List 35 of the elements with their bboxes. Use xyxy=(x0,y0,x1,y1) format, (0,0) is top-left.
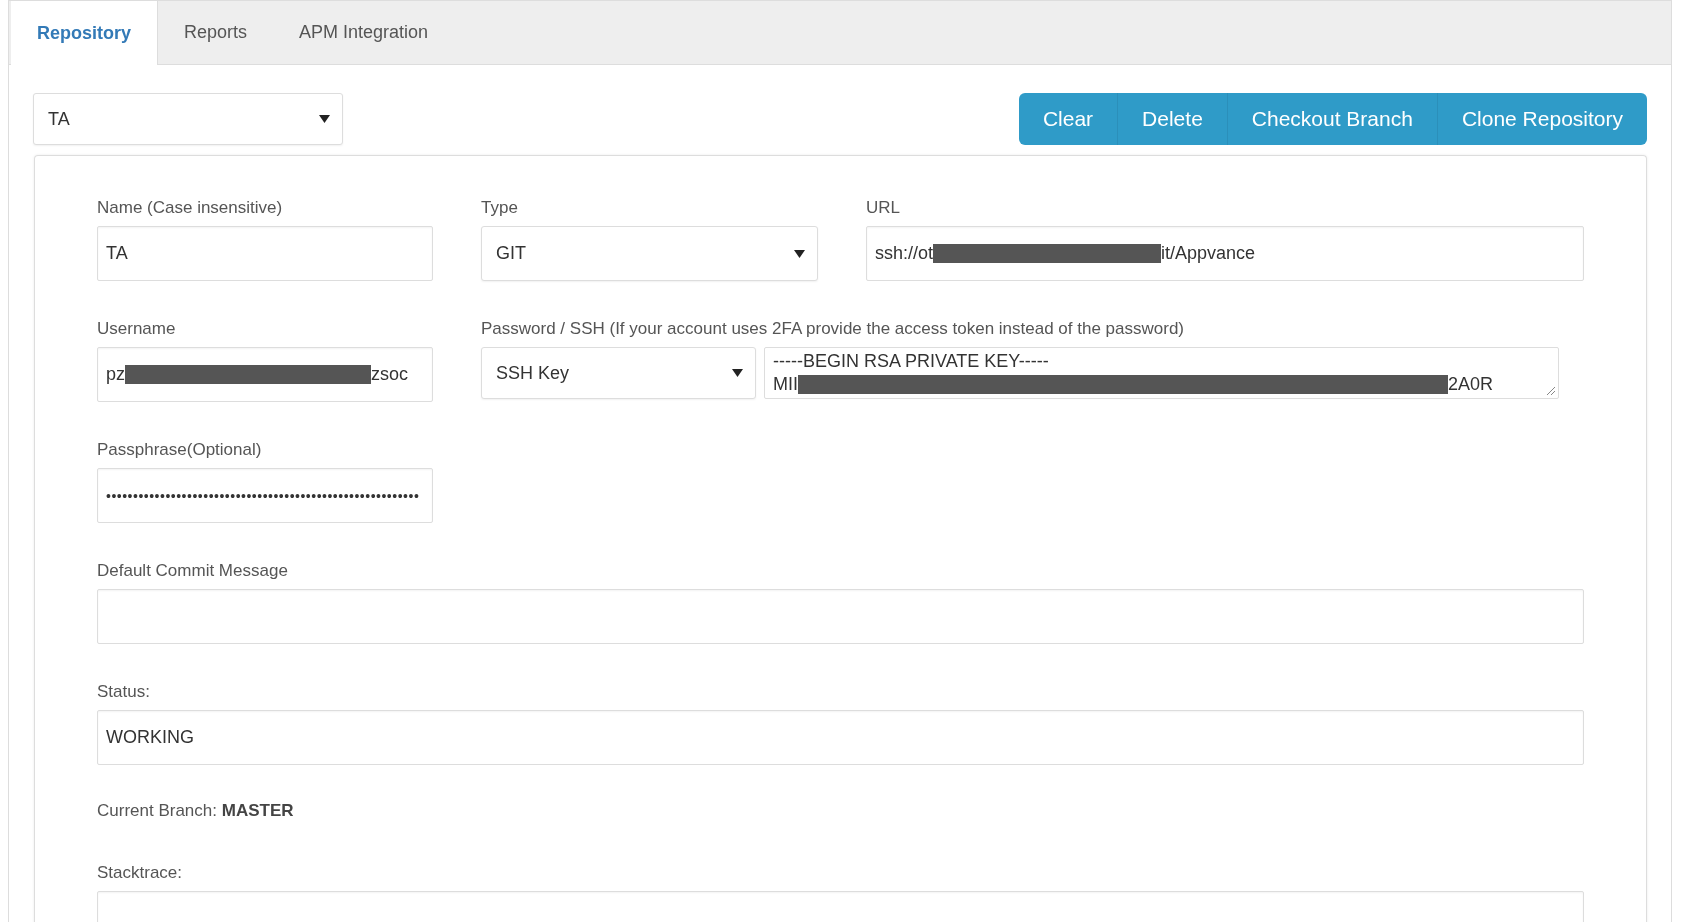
field-value: ssh://ot xyxy=(875,243,934,264)
field-value: 2A0R xyxy=(1448,374,1494,395)
field-value: TA xyxy=(106,243,128,264)
field-label: URL xyxy=(866,198,901,218)
field-label: Stacktrace: xyxy=(97,863,184,883)
field-value: it/Appvance xyxy=(1161,243,1256,264)
field-value: MII xyxy=(773,374,798,395)
tab[interactable]: Reports xyxy=(158,1,274,64)
ssh-key-textarea[interactable]: -----BEGIN RSA PRIVATE KEY----- MII 2A0R xyxy=(764,347,1559,399)
field-label: Passphrase(Optional) xyxy=(97,440,263,460)
field-label: Type xyxy=(481,198,519,218)
caret-icon xyxy=(794,249,805,258)
username-field[interactable]: pz zsoc xyxy=(97,347,433,402)
field-value: -----BEGIN RSA PRIVATE KEY----- xyxy=(773,351,1049,372)
type-select[interactable]: GIT xyxy=(481,226,818,281)
field-label: Name (Case insensitive) xyxy=(97,198,284,218)
caret-icon xyxy=(319,115,330,123)
url-field[interactable]: ssh://ot it/Appvance xyxy=(866,226,1584,281)
current-branch-text: Current Branch: MASTER xyxy=(97,801,295,821)
field-label: Status: xyxy=(97,682,151,702)
field-label: Default Commit Message xyxy=(97,561,289,581)
resize-grip-icon[interactable] xyxy=(1544,384,1556,396)
passphrase-field[interactable]: •••••••••••••••••••••••••••••••••••••••••••••••••••••••••• xyxy=(97,468,433,523)
field-value: pz xyxy=(106,364,125,385)
name-field[interactable]: TA xyxy=(97,226,433,281)
tab[interactable]: APM Integration xyxy=(273,1,455,64)
commit-message-field[interactable] xyxy=(97,589,1584,644)
auth-method-select[interactable]: SSH Key xyxy=(481,347,756,399)
field-label: Password / SSH (If your account uses 2FA provide the access token instead of the password) xyxy=(481,319,1186,339)
caret-icon xyxy=(732,369,743,377)
tab[interactable]: Repository xyxy=(11,1,159,65)
status-field[interactable]: WORKING xyxy=(97,710,1584,765)
field-value: zsoc xyxy=(371,364,409,385)
project-select[interactable]: TA xyxy=(33,93,343,145)
field-label: Username xyxy=(97,319,177,339)
